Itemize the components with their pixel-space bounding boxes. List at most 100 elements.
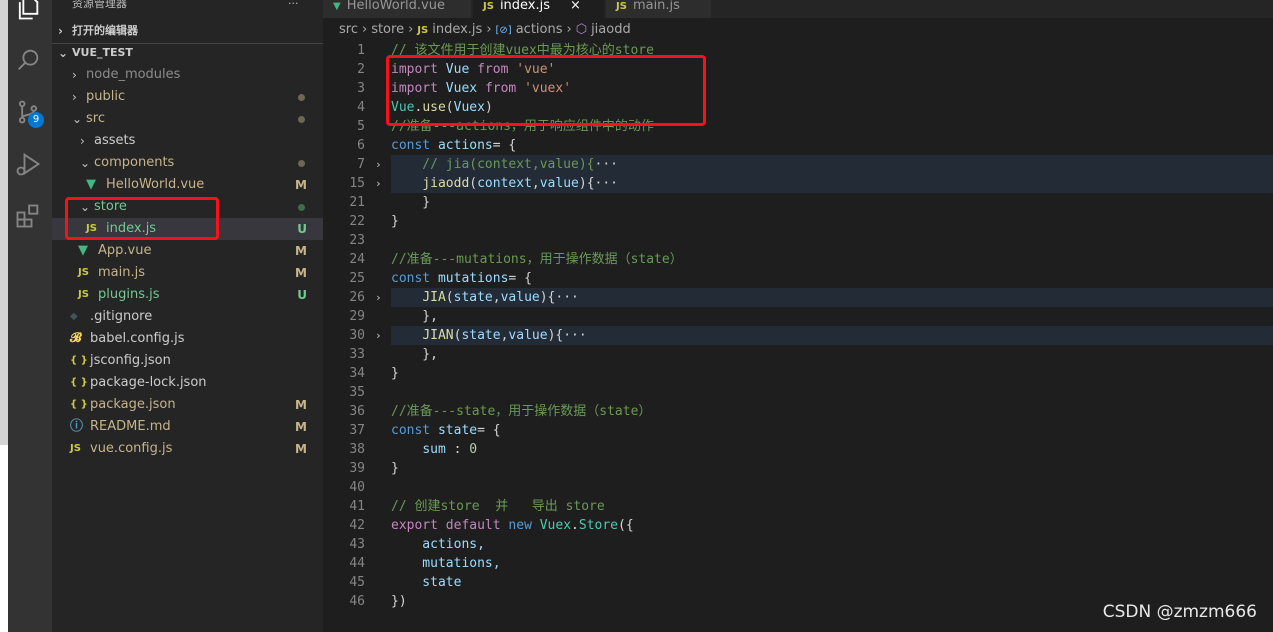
item-label: package.json [90,397,176,412]
code-token: JIAN [422,328,454,343]
code-token: state [430,423,478,438]
file-item[interactable]: ▼ App.vue M [52,240,323,262]
line-number: 6 [357,138,365,153]
code-token: JIA [422,290,446,305]
js-file-icon: JS [78,289,89,300]
breadcrumb: src › store › JS index.js › [⊘] actions › ⬡ jiaodd [339,22,635,42]
code-token: //准备---state，用于操作数据（state） [391,404,652,419]
project-section[interactable]: ⌄ VUE_TEST [52,42,323,64]
vue-file-icon: ▼ [78,243,88,258]
line-number: 35 [349,385,365,400]
file-item[interactable]: JS main.js M [52,262,323,284]
code-text: }, [391,307,1273,326]
line-number: 29 [349,309,365,324]
code-token: ({ [618,518,634,533]
file-item[interactable]: 𝓑babel.config.js [52,328,323,350]
item-label: .gitignore [90,309,153,324]
code-token: 0 [469,442,478,457]
git-status-badge: M [295,178,307,192]
code-text: } [391,459,1273,478]
breadcrumb-separator: › [486,22,492,37]
tab-label: HelloWorld.vue [346,0,445,13]
line-number: 25 [349,271,365,286]
open-editors-section[interactable]: › 打开的编辑器 [52,20,323,42]
fold-chevron-icon[interactable]: › [375,174,382,193]
search-icon[interactable] [14,46,46,78]
tab-helloworld-vue[interactable]: ▼ HelloWorld.vue [323,0,471,18]
item-label: jsconfig.json [90,353,171,368]
code-line: 42 export default new Vuex.Store({ [323,516,1273,535]
git-status-badge: M [295,266,307,280]
close-tab-icon[interactable]: × [570,0,581,13]
code-token: . [571,518,579,533]
code-token: sum [422,442,446,457]
tab-label: index.js [499,0,551,13]
chevron-right-icon: › [58,24,63,38]
code-text: const mutations= { [391,269,1273,288]
code-line: 26 › JIA(state,value){··· [323,288,1273,307]
fold-chevron-icon[interactable]: › [375,326,382,345]
folder-item[interactable]: › assets [52,130,323,152]
code-text: jiaodd(context,value){··· [391,174,1273,193]
code-token: }) [391,594,407,609]
breadcrumb-item[interactable]: store [371,22,404,37]
file-item[interactable]: ◆ .gitignore [52,306,323,328]
code-text: } [391,193,1273,212]
code-token: = { [477,423,501,438]
code-token: value [500,290,540,305]
folder-item[interactable]: ⌄ src [52,108,323,130]
fold-chevron-icon[interactable]: › [375,288,382,307]
code-token: mutations, [391,556,501,571]
status-dot [298,160,305,167]
file-item[interactable]: JS vue.config.js M [52,438,323,460]
file-item[interactable]: JS plugins.js U [52,284,323,306]
line-number: 44 [349,556,365,571]
git-status-badge: U [297,222,307,236]
line-number: 23 [349,233,365,248]
files-icon[interactable] [14,0,46,26]
item-label: plugins.js [98,287,160,302]
code-token: // jia(context,value){ [391,157,595,172]
file-item[interactable]: ▼ HelloWorld.vue M [52,174,323,196]
item-label: HelloWorld.vue [106,177,205,192]
breadcrumb-item[interactable]: index.js [432,22,482,37]
run-debug-icon[interactable] [14,150,46,182]
tab-index-js[interactable]: JS index.js × [473,0,604,18]
item-label: public [86,89,126,104]
file-item[interactable]: { } jsconfig.json [52,350,323,372]
json-file-icon: { } [70,355,88,366]
line-number: 40 [349,480,365,495]
folder-item[interactable]: › public [52,86,323,108]
breadcrumb-item[interactable]: actions [516,22,563,37]
open-editors-label: 打开的编辑器 [72,24,138,37]
line-number: 33 [349,347,365,362]
git-status-badge: U [297,288,307,302]
code-text: const actions= { [391,136,1273,155]
code-line: 25 const mutations= { [323,269,1273,288]
babel-file-icon: 𝓑 [70,331,82,346]
file-item[interactable]: { } package.json M [52,394,323,416]
highlight-box-imports [386,55,706,126]
code-line: 45 state [323,573,1273,592]
code-token: }, [391,309,438,324]
code-token: } [391,195,431,210]
file-item[interactable]: { } package-lock.json [52,372,323,394]
code-editor[interactable]: 1// 该文件用于创建vuex中最为核心的store 2 import Vue fr… [323,41,1273,611]
code-line: 7 › // jia(context,value){··· [323,155,1273,174]
breadcrumb-item[interactable]: src [339,22,358,37]
item-label: vue.config.js [90,441,173,456]
chevron-right-icon: › [72,90,77,104]
line-number: 21 [349,195,365,210]
json-file-icon: { } [70,399,88,410]
breadcrumb-item[interactable]: jiaodd [591,22,631,37]
folder-item[interactable]: ⌄ components [52,152,323,174]
fold-chevron-icon[interactable]: › [375,155,382,174]
extensions-icon[interactable] [14,202,46,234]
file-item[interactable]: ⓘ README.md M [52,416,323,438]
code-line: 43 actions, [323,535,1273,554]
json-file-icon: { } [70,377,88,388]
tab-main-js[interactable]: JS main.js [606,0,711,18]
code-token: Store [578,518,619,533]
folder-item[interactable]: › node_modules [52,64,323,86]
more-actions-button[interactable]: ··· [288,0,299,15]
